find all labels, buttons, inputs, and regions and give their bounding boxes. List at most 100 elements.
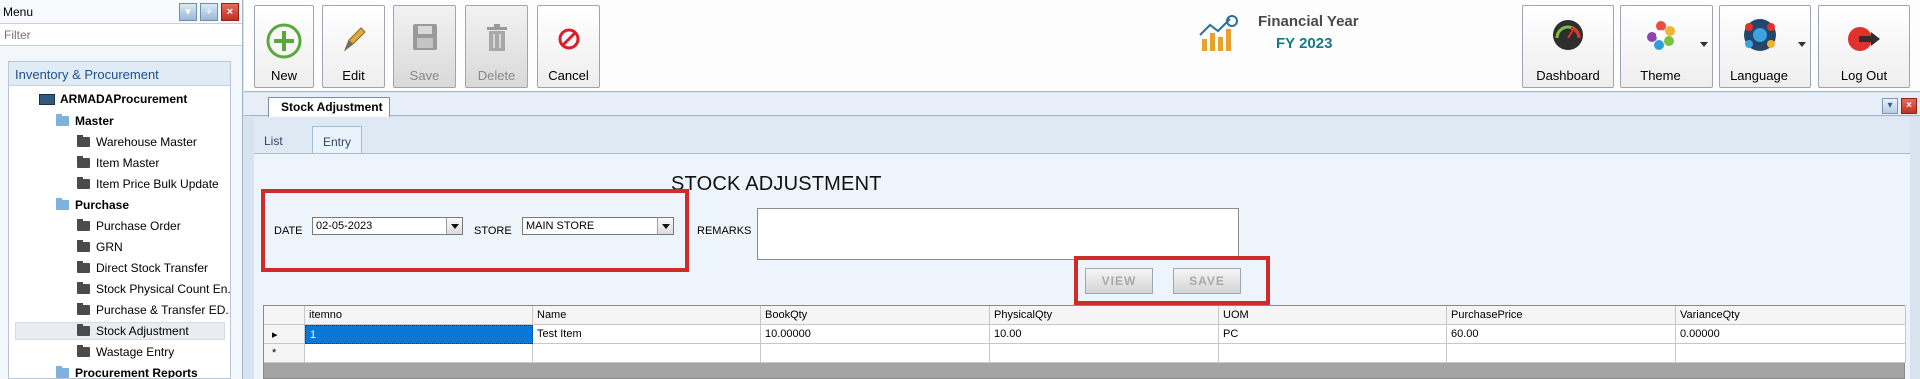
chevron-down-icon[interactable] xyxy=(446,218,462,234)
financial-year-block: Financial Year FY 2023 xyxy=(1198,8,1398,68)
tree-item-grn[interactable]: GRN xyxy=(77,238,123,256)
cancel-icon xyxy=(558,28,579,50)
tab-stock-adjustment[interactable]: Stock Adjustment xyxy=(268,97,390,117)
remarks-label: REMARKS xyxy=(697,225,752,237)
new-cell-physicalqty[interactable] xyxy=(990,344,1219,363)
current-row-arrow-icon[interactable]: ▸ xyxy=(264,325,305,344)
cell-physicalqty[interactable]: 10.00 xyxy=(990,325,1219,344)
financial-chart-icon xyxy=(1199,15,1238,51)
new-button-label: New xyxy=(270,68,297,83)
tree-item-label: Stock Adjustment xyxy=(96,324,189,338)
date-picker[interactable]: 02-05-2023 xyxy=(312,217,463,235)
cancel-button[interactable]: Cancel xyxy=(537,5,600,88)
language-button[interactable]: Language xyxy=(1719,5,1811,88)
column-header-physicalqty[interactable]: PhysicalQty xyxy=(990,306,1219,325)
chevron-down-icon[interactable] xyxy=(657,218,673,234)
tree-item-stock-adjustment[interactable]: Stock Adjustment xyxy=(15,322,225,340)
tree-item-label: Item Price Bulk Update xyxy=(96,177,219,191)
tree-item-purchase-transfer-edit[interactable]: Purchase & Transfer ED... xyxy=(77,301,231,319)
tree-item-direct-stock-transfer[interactable]: Direct Stock Transfer xyxy=(77,259,208,277)
delete-button[interactable]: Delete xyxy=(465,5,528,88)
folder-open-icon xyxy=(56,114,69,126)
tree-item-warehouse-master[interactable]: Warehouse Master xyxy=(77,133,197,151)
logout-button[interactable]: Log Out xyxy=(1818,5,1910,88)
folder-icon xyxy=(77,135,90,147)
table-row[interactable]: ▸ 1 Test Item 10.00000 10.00 PC 60.00 0.… xyxy=(264,325,1906,344)
form-save-button[interactable]: SAVE xyxy=(1173,268,1241,294)
menu-close-button[interactable]: × xyxy=(221,3,239,21)
tree-item-label: Warehouse Master xyxy=(96,135,197,149)
dashboard-button[interactable]: Dashboard xyxy=(1522,5,1614,88)
new-cell-itemno[interactable] xyxy=(305,344,533,363)
menu-header: Menu ▾ + × xyxy=(0,0,242,24)
folder-icon xyxy=(77,177,90,189)
edit-button[interactable]: Edit xyxy=(322,5,385,88)
chevron-down-icon[interactable] xyxy=(1798,42,1806,47)
tree-node-label: Master xyxy=(75,114,114,128)
tree-node-label: ARMADAProcurement xyxy=(60,92,188,106)
financial-year-label: Financial Year xyxy=(1258,13,1359,30)
new-cell-uom[interactable] xyxy=(1219,344,1447,363)
store-select[interactable]: MAIN STORE xyxy=(522,217,674,235)
nav-section-header[interactable]: Inventory & Procurement xyxy=(9,62,230,86)
tree-node-purchase[interactable]: Purchase xyxy=(56,196,129,214)
folder-icon xyxy=(77,282,90,294)
tree-root-armadaprocurement[interactable]: ARMADAProcurement xyxy=(39,90,187,108)
delete-button-label: Delete xyxy=(477,68,516,83)
column-header-purchaseprice[interactable]: PurchasePrice xyxy=(1447,306,1676,325)
save-button-label: Save xyxy=(409,68,440,83)
new-table-row[interactable]: * xyxy=(264,344,1906,363)
tree-item-wastage-entry[interactable]: Wastage Entry xyxy=(77,343,174,361)
pencil-icon xyxy=(343,27,366,52)
new-cell-purchaseprice[interactable] xyxy=(1447,344,1676,363)
date-value: 02-05-2023 xyxy=(316,220,373,232)
theme-button[interactable]: Theme xyxy=(1620,5,1713,88)
menu-collapse-button[interactable]: ▾ xyxy=(179,3,197,21)
new-cell-bookqty[interactable] xyxy=(761,344,990,363)
dashboard-gauge-icon xyxy=(1553,20,1583,50)
folder-icon xyxy=(77,324,90,336)
tree-node-label: Purchase xyxy=(75,198,130,212)
tree-item-item-master[interactable]: Item Master xyxy=(77,154,159,172)
tree-item-stock-physical-count[interactable]: Stock Physical Count En... xyxy=(77,280,231,298)
tree-item-label: Wastage Entry xyxy=(96,345,175,359)
folder-icon xyxy=(77,261,90,273)
tab-list[interactable]: List xyxy=(254,126,293,154)
cell-itemno[interactable]: 1 xyxy=(305,325,533,344)
view-button[interactable]: VIEW xyxy=(1085,268,1153,294)
new-button[interactable]: New xyxy=(254,5,314,88)
tree-item-label: Purchase Order xyxy=(96,219,181,233)
cell-uom[interactable]: PC xyxy=(1219,325,1447,344)
column-header-itemno[interactable]: itemno xyxy=(305,306,533,325)
folder-icon xyxy=(77,240,90,252)
column-header-uom[interactable]: UOM xyxy=(1219,306,1447,325)
store-label: STORE xyxy=(474,225,512,237)
column-header-bookqty[interactable]: BookQty xyxy=(761,306,990,325)
financial-year-value: FY 2023 xyxy=(1276,35,1333,52)
new-cell-varianceqty[interactable] xyxy=(1676,344,1906,363)
tree-node-procurement-reports[interactable]: Procurement Reports xyxy=(56,364,198,378)
tree-item-purchase-order[interactable]: Purchase Order xyxy=(77,217,181,235)
cell-varianceqty[interactable]: 0.00000 xyxy=(1676,325,1906,344)
chevron-down-icon[interactable] xyxy=(1700,42,1708,47)
language-button-label: Language xyxy=(1730,68,1788,83)
new-cell-name[interactable] xyxy=(533,344,761,363)
save-button[interactable]: Save xyxy=(393,5,456,88)
window-dropdown-button[interactable]: ▾ xyxy=(1882,98,1898,114)
logout-icon xyxy=(1848,27,1880,51)
tree-item-item-price-bulk-update[interactable]: Item Price Bulk Update xyxy=(77,175,219,193)
cell-purchaseprice[interactable]: 60.00 xyxy=(1447,325,1676,344)
remarks-field[interactable] xyxy=(757,208,1239,260)
cell-name[interactable]: Test Item xyxy=(533,325,761,344)
tree-item-label: Stock Physical Count En... xyxy=(96,282,231,296)
cell-bookqty[interactable]: 10.00000 xyxy=(761,325,990,344)
tab-entry[interactable]: Entry xyxy=(312,126,363,154)
column-header-varianceqty[interactable]: VarianceQty xyxy=(1676,306,1906,325)
menu-filter-input[interactable] xyxy=(0,24,242,46)
folder-open-icon xyxy=(56,198,69,210)
document-close-button[interactable]: × xyxy=(1901,98,1917,114)
menu-pin-button[interactable]: + xyxy=(200,3,218,21)
tree-item-label: Purchase & Transfer ED... xyxy=(96,303,231,317)
column-header-name[interactable]: Name xyxy=(533,306,761,325)
tree-node-master[interactable]: Master xyxy=(56,112,114,130)
